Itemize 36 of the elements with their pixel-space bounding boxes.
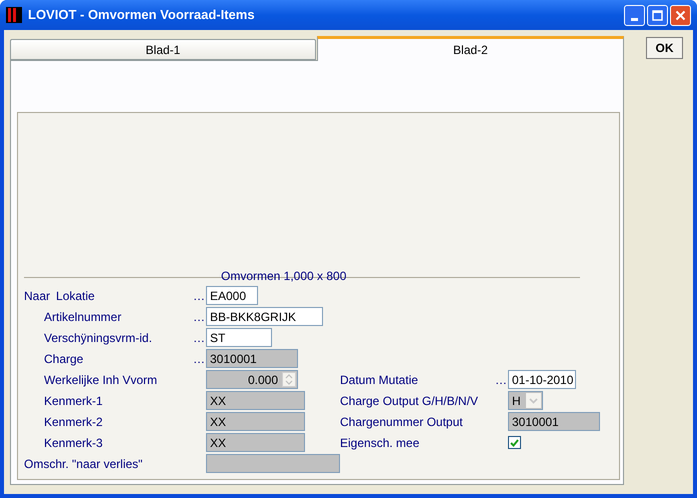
text-field[interactable]: 01-10-2010 (508, 370, 576, 389)
text-field[interactable]: ST (206, 328, 272, 347)
app-icon (6, 7, 22, 23)
close-button[interactable] (670, 4, 691, 26)
lookup-ellipsis[interactable]: … (193, 288, 205, 302)
lookup-ellipsis[interactable]: … (495, 372, 507, 386)
field-label: Charge (44, 350, 84, 368)
field-label: Artikelnummer (44, 308, 122, 326)
text-field[interactable]: EA000 (206, 286, 258, 305)
field-label: Eigensch. mee (340, 434, 420, 452)
field-label: Kenmerk-1 (44, 392, 103, 410)
tab[interactable]: Blad-2 (317, 36, 624, 61)
field-label: Verschÿningsvrm-id. (44, 330, 152, 346)
checkbox[interactable] (508, 436, 521, 449)
lookup-ellipsis[interactable]: … (193, 330, 205, 344)
lookup-ellipsis[interactable]: … (193, 310, 205, 324)
group-title: Omvormen 1,000 x 800 (221, 270, 346, 282)
text-field[interactable]: BB-BKK8GRIJK (206, 307, 323, 326)
field-label: Lokatie (56, 288, 95, 304)
field-label: Kenmerk-2 (44, 414, 103, 430)
maximize-button[interactable] (647, 4, 668, 26)
field-label: Omschr. "naar verlies" (24, 456, 143, 472)
maximize-icon (652, 10, 663, 20)
field-label: Datum Mutatie (340, 372, 420, 388)
field-label: Naar (24, 288, 50, 304)
close-icon (675, 10, 686, 20)
field-label: Werkelijke Inh Vvorm (44, 372, 158, 388)
minimize-icon (631, 18, 638, 20)
tab[interactable]: Blad-1 (10, 39, 316, 60)
ok-button[interactable]: OK (646, 37, 683, 59)
checkmark-icon (510, 438, 519, 446)
minimize-button[interactable] (624, 4, 645, 26)
field-label: Charge Output G/H/B/N/V (340, 392, 480, 410)
window-title: LOVIOT - Omvormen Voorraad-Items (28, 6, 256, 24)
field-label: Kenmerk-3 (44, 434, 103, 452)
field-label: Chargenummer Output (340, 414, 464, 430)
